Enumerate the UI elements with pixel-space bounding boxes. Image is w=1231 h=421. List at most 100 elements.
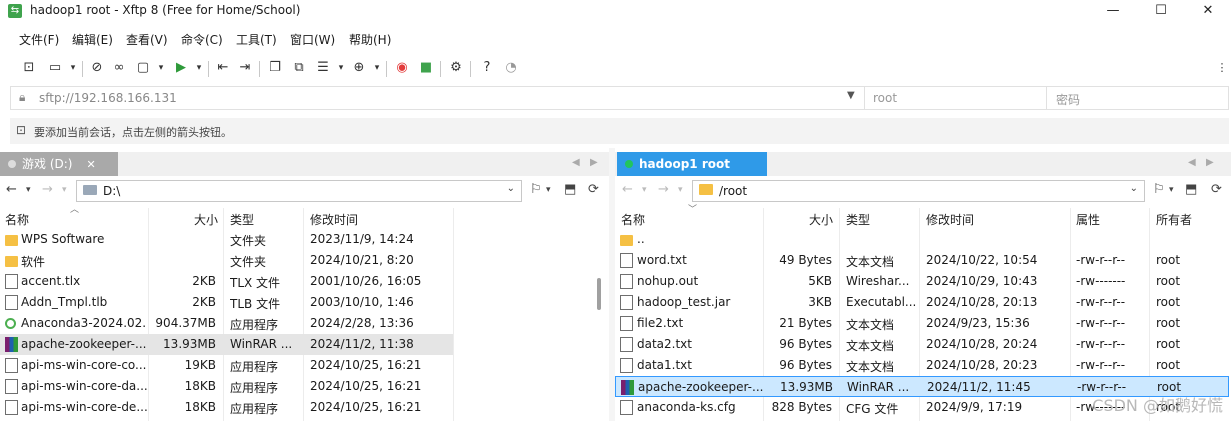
bookmark-dropdown-icon[interactable]: ▾ [546, 185, 551, 195]
path-dropdown-icon[interactable]: ⌄ [1130, 183, 1138, 194]
parent-folder-icon[interactable]: ⬒ [1185, 182, 1197, 197]
file-row[interactable]: api-ms-win-core-da... 18KB 应用程序 2024/10/25,… [0, 376, 453, 397]
menu-view[interactable]: 查看(V) [126, 31, 168, 48]
right-nav-row: ← ▾ → ▾ /root ⌄ ⚐ ▾ ⬒ ⟳ [615, 180, 1231, 204]
col-header-type[interactable]: 类型 [846, 211, 870, 231]
chat-icon[interactable]: ◔ [502, 59, 520, 77]
toolbar-more-icon[interactable]: ⋮ [1213, 59, 1231, 77]
back-dropdown-icon[interactable]: ▾ [642, 185, 647, 195]
col-header-name[interactable]: 名称 [621, 211, 645, 231]
minimize-button[interactable]: — [1090, 0, 1136, 22]
forward-dropdown-icon[interactable]: ▾ [678, 185, 683, 195]
transfer-dropdown-icon[interactable]: ▾ [190, 59, 208, 77]
bookmark-icon[interactable]: ⚐ [1153, 182, 1165, 197]
file-row[interactable]: .. [615, 229, 1229, 250]
left-path-input[interactable]: D:\ ⌄ [76, 180, 522, 202]
sync-right-icon[interactable]: ⇥ [236, 59, 254, 77]
col-header-perm[interactable]: 属性 [1076, 211, 1100, 231]
bookmark-dropdown-icon[interactable]: ▾ [1169, 185, 1174, 195]
tab-local-drive[interactable]: 游戏 (D:) ✕ [0, 152, 118, 176]
file-row[interactable]: word.txt 49 Bytes 文本文档 2024/10/22, 10:54 -rw… [615, 250, 1229, 271]
file-row[interactable]: api-ms-win-core-co... 19KB 应用程序 2024/10/25,… [0, 355, 453, 376]
maximize-button[interactable]: ☐ [1138, 0, 1184, 22]
bookmark-icon[interactable]: ⚐ [530, 182, 542, 197]
file-row[interactable]: apache-zookeeper-... 13.93MB WinRAR ... 202… [0, 334, 453, 355]
xftp-icon[interactable]: ■ [417, 59, 435, 77]
tab-remote-session[interactable]: hadoop1 root [617, 152, 767, 176]
col-header-owner[interactable]: 所有者 [1156, 211, 1192, 231]
forward-dropdown-icon[interactable]: ▾ [62, 185, 67, 195]
parent-folder-icon[interactable]: ⬒ [564, 182, 576, 197]
list-view-icon[interactable]: ☰ [314, 59, 332, 77]
close-tab-icon[interactable]: ✕ [86, 158, 95, 171]
menu-edit[interactable]: 编辑(E) [72, 31, 113, 48]
new-window-dropdown-icon[interactable]: ▾ [152, 59, 170, 77]
settings-gear-icon[interactable]: ⚙ [447, 59, 465, 77]
cell-size: 18KB [184, 400, 216, 414]
col-header-type[interactable]: 类型 [230, 211, 254, 231]
file-row[interactable]: data2.txt 96 Bytes 文本文档 2024/10/28, 20:24 -r… [615, 334, 1229, 355]
reconnect-link-icon[interactable]: ∞ [110, 59, 128, 77]
copy-icon[interactable]: ❐ [266, 59, 284, 77]
host-dropdown-icon[interactable]: ▼ [847, 90, 855, 101]
file-row[interactable]: Anaconda3-2024.02... 904.37MB 应用程序 2024/2/2… [0, 313, 453, 334]
col-header-size[interactable]: 大小 [765, 211, 833, 231]
cell-modified: 2003/10/10, 1:46 [310, 295, 414, 309]
tab-scroll-left-icon[interactable]: ◀ [1188, 157, 1196, 168]
col-header-size[interactable]: 大小 [150, 211, 218, 231]
menu-tools[interactable]: 工具(T) [236, 31, 277, 48]
left-nav-row: ← ▾ → ▾ D:\ ⌄ ⚐ ▾ ⬒ ⟳ [0, 180, 609, 204]
refresh-icon[interactable]: ⟳ [1211, 182, 1222, 197]
menu-window[interactable]: 窗口(W) [290, 31, 335, 48]
forward-icon[interactable]: → [658, 182, 669, 197]
col-header-name[interactable]: 名称 [5, 211, 29, 231]
refresh-icon[interactable]: ⟳ [588, 182, 599, 197]
host-input[interactable]: sftp://192.168.166.131 [39, 91, 177, 105]
globe-icon[interactable]: ⊕ [350, 59, 368, 77]
cell-name: word.txt [637, 253, 687, 267]
open-dropdown-icon[interactable]: ▾ [64, 59, 82, 77]
view-dropdown-icon[interactable]: ▾ [332, 59, 350, 77]
col-header-modified[interactable]: 修改时间 [926, 211, 974, 231]
file-row[interactable]: data1.txt 96 Bytes 文本文档 2024/10/28, 20:23 -r… [615, 355, 1229, 376]
username-input[interactable]: root [873, 91, 897, 105]
left-scrollbar-thumb[interactable] [597, 278, 601, 310]
open-folder-icon[interactable]: ▭ [46, 59, 64, 77]
tab-scroll-right-icon[interactable]: ▶ [590, 157, 598, 168]
file-row[interactable]: api-ms-win-core-de... 18KB 应用程序 2024/10/25,… [0, 397, 453, 418]
file-row[interactable]: 软件 文件夹 2024/10/21, 8:20 [0, 250, 453, 271]
file-row[interactable]: file2.txt 21 Bytes 文本文档 2024/9/23, 15:36 -rw… [615, 313, 1229, 334]
back-icon[interactable]: ← [622, 182, 633, 197]
file-row[interactable]: accent.tlx 2KB TLX 文件 2001/10/26, 16:05 [0, 271, 453, 292]
new-session-icon[interactable]: ⊡ [20, 59, 38, 77]
back-icon[interactable]: ← [6, 182, 17, 197]
right-path-input[interactable]: /root ⌄ [692, 180, 1145, 202]
paste-icon[interactable]: ⧉ [290, 59, 308, 77]
window-title: hadoop1 root - Xftp 8 (Free for Home/Sch… [30, 3, 301, 17]
cell-owner: root [1156, 358, 1181, 372]
forward-icon[interactable]: → [42, 182, 53, 197]
rar-icon [621, 380, 634, 395]
menu-file[interactable]: 文件(F) [19, 31, 59, 48]
tab-scroll-left-icon[interactable]: ◀ [572, 157, 580, 168]
new-window-icon[interactable]: ▢ [134, 59, 152, 77]
file-row[interactable]: WPS Software 文件夹 2023/11/9, 14:24 [0, 229, 453, 250]
path-dropdown-icon[interactable]: ⌄ [507, 183, 515, 194]
help-icon[interactable]: ? [478, 59, 496, 77]
menu-help[interactable]: 帮助(H) [349, 31, 391, 48]
close-button[interactable]: ✕ [1185, 0, 1231, 22]
add-session-icon[interactable]: ⊡ [16, 123, 26, 137]
sync-left-icon[interactable]: ⇤ [214, 59, 232, 77]
file-row[interactable]: nohup.out 5KB Wireshar... 2024/10/29, 10:43… [615, 271, 1229, 292]
xshell-icon[interactable]: ◉ [393, 59, 411, 77]
password-input[interactable]: 密码 [1056, 91, 1080, 108]
file-row[interactable]: Addn_Tmpl.tlb 2KB TLB 文件 2003/10/10, 1:46 [0, 292, 453, 313]
tab-scroll-right-icon[interactable]: ▶ [1206, 157, 1214, 168]
back-dropdown-icon[interactable]: ▾ [26, 185, 31, 195]
file-row[interactable]: hadoop_test.jar 3KB Executabl... 2024/10/28… [615, 292, 1229, 313]
globe-dropdown-icon[interactable]: ▾ [368, 59, 386, 77]
col-header-modified[interactable]: 修改时间 [310, 211, 358, 231]
transfer-icon[interactable]: ▶ [172, 59, 190, 77]
disconnect-icon[interactable]: ⊘ [88, 59, 106, 77]
menu-command[interactable]: 命令(C) [181, 31, 223, 48]
